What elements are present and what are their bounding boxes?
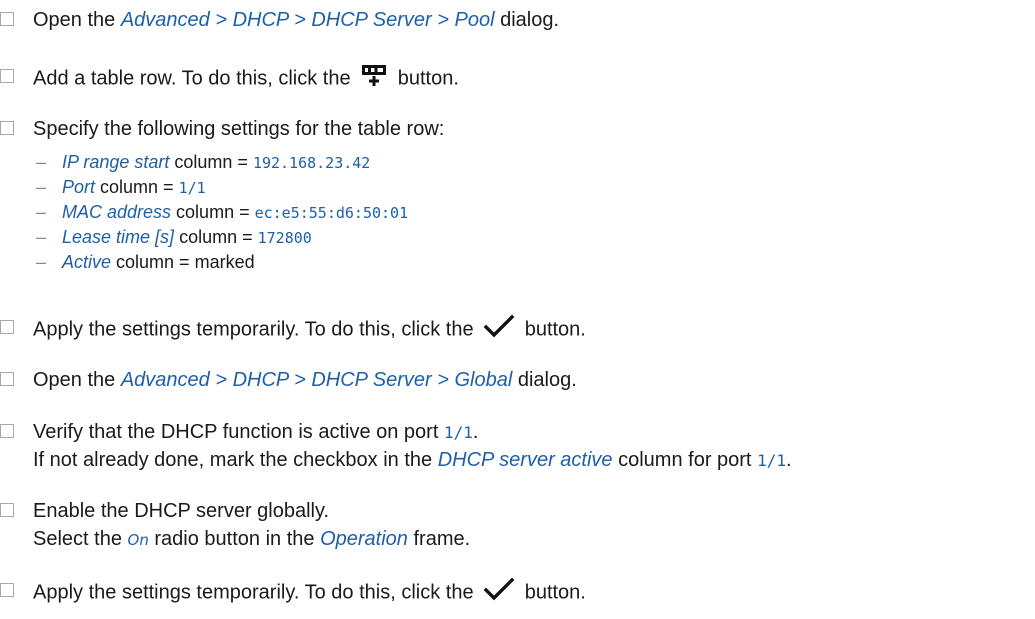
step-text: Add a table row. To do this, click the b… bbox=[33, 63, 459, 95]
text: If not already done, mark the checkbox i… bbox=[33, 449, 438, 471]
text: radio button in the bbox=[148, 528, 321, 550]
setting-label: Active bbox=[62, 252, 112, 272]
setting-mid: column = bbox=[174, 227, 258, 247]
step-text-pre: Add a table row. To do this, click the bbox=[33, 67, 357, 90]
step-text-pre: Apply the settings temporarily. To do th… bbox=[33, 318, 480, 341]
checkmark-icon bbox=[483, 577, 515, 609]
step-checkbox[interactable] bbox=[0, 320, 14, 334]
port-value: 1/1 bbox=[443, 423, 473, 442]
list-dash: – bbox=[36, 152, 47, 172]
step-text: Apply the settings temporarily. To do th… bbox=[33, 314, 586, 346]
checkmark-icon bbox=[483, 314, 515, 346]
list-dash: – bbox=[36, 177, 47, 197]
step-text-pre: Open the bbox=[33, 9, 121, 31]
text: Select the bbox=[33, 528, 128, 550]
step-checkbox[interactable] bbox=[0, 121, 14, 135]
step-checkbox[interactable] bbox=[0, 583, 14, 597]
step-text-post: button. bbox=[392, 67, 459, 90]
step-checkbox[interactable] bbox=[0, 69, 14, 83]
frame-name: Operation bbox=[320, 528, 408, 550]
setting-value: 172800 bbox=[257, 229, 312, 247]
step-line: Select the On radio button in the Operat… bbox=[33, 525, 470, 553]
text: frame. bbox=[407, 528, 471, 550]
step-text-pre: Apply the settings temporarily. To do th… bbox=[33, 581, 480, 604]
setting-mac-address: – MAC address column = ec:e5:55:d6:50:01 bbox=[36, 201, 408, 224]
setting-value: 192.168.23.42 bbox=[252, 154, 371, 172]
step-line: Verify that the DHCP function is active … bbox=[33, 418, 792, 446]
step-line: Enable the DHCP server globally. bbox=[33, 500, 330, 522]
text: . bbox=[785, 449, 792, 471]
text: column for port bbox=[612, 449, 758, 471]
setting-mid: column = marked bbox=[111, 252, 255, 272]
add-table-row-icon bbox=[360, 63, 388, 95]
step-checkbox[interactable] bbox=[0, 12, 14, 26]
step-text: Specify the following settings for the t… bbox=[33, 118, 445, 140]
setting-mid: column = bbox=[95, 177, 179, 197]
list-dash: – bbox=[36, 227, 47, 247]
step-text-pre: Open the bbox=[33, 369, 121, 391]
step-text: Enable the DHCP server globally. Select … bbox=[33, 497, 470, 553]
list-dash: – bbox=[36, 202, 47, 222]
setting-lease-time: – Lease time [s] column = 172800 bbox=[36, 226, 312, 249]
list-dash: – bbox=[36, 252, 47, 272]
port-value: 1/1 bbox=[757, 451, 786, 470]
text: Verify that the DHCP function is active … bbox=[33, 421, 444, 443]
column-name: DHCP server active bbox=[437, 449, 613, 471]
step-checkbox[interactable] bbox=[0, 424, 14, 438]
setting-value: ec:e5:55:d6:50:01 bbox=[254, 204, 409, 222]
step-text-post: button. bbox=[519, 581, 586, 604]
setting-ip-range-start: – IP range start column = 192.168.23.42 bbox=[36, 151, 370, 174]
setting-active: – Active column = marked bbox=[36, 251, 255, 273]
step-checkbox[interactable] bbox=[0, 503, 14, 517]
dialog-path: Advanced > DHCP > DHCP Server > Pool bbox=[120, 9, 495, 31]
setting-mid: column = bbox=[171, 202, 255, 222]
step-text: Apply the settings temporarily. To do th… bbox=[33, 577, 586, 609]
dialog-path: Advanced > DHCP > DHCP Server > Global bbox=[120, 369, 513, 391]
step-text-post: dialog. bbox=[494, 9, 560, 31]
setting-port: – Port column = 1/1 bbox=[36, 176, 206, 199]
text: . bbox=[472, 421, 479, 443]
step-line: If not already done, mark the checkbox i… bbox=[33, 446, 792, 474]
step-text-post: button. bbox=[519, 318, 586, 341]
step-text-post: dialog. bbox=[512, 369, 577, 391]
setting-label: MAC address bbox=[62, 202, 172, 222]
step-checkbox[interactable] bbox=[0, 372, 14, 386]
step-text: Open the Advanced > DHCP > DHCP Server >… bbox=[33, 6, 559, 34]
setting-label: IP range start bbox=[62, 152, 170, 172]
setting-value: 1/1 bbox=[178, 179, 206, 197]
setting-label: Lease time [s] bbox=[62, 227, 175, 247]
setting-label: Port bbox=[62, 177, 96, 197]
step-text: Open the Advanced > DHCP > DHCP Server >… bbox=[33, 366, 577, 394]
radio-option-name: On bbox=[127, 531, 149, 549]
step-text: Verify that the DHCP function is active … bbox=[33, 418, 792, 474]
setting-mid: column = bbox=[169, 152, 253, 172]
